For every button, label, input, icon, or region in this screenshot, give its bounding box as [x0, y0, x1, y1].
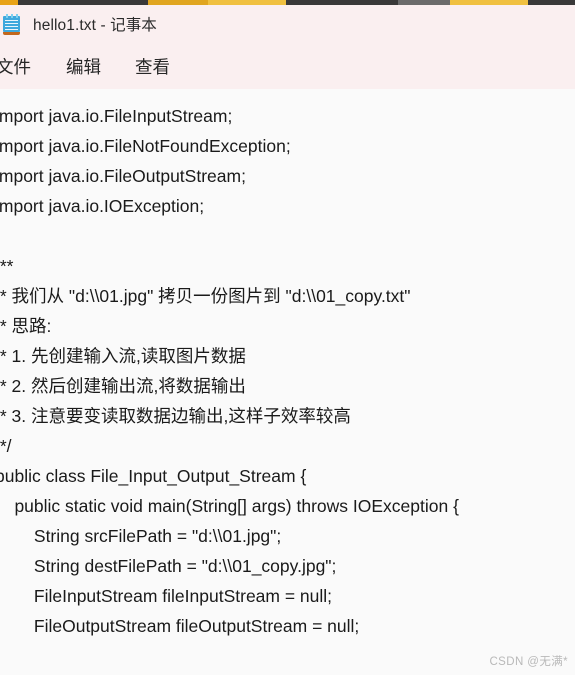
code-line: FileInputStream fileInputStream = null; [0, 586, 333, 606]
notepad-window: hello1.txt - 记事本 文件 编辑 查看 import java.io… [0, 0, 575, 675]
code-line: * 我们从 "d:\\01.jpg" 拷贝一份图片到 "d:\\01_copy.… [0, 286, 411, 306]
code-line: try { [0, 671, 575, 675]
code-line: FileOutputStream fileOutputStream = null… [0, 616, 360, 636]
code-line: import java.io.FileOutputStream; [0, 166, 246, 186]
csdn-watermark: CSDN @无满* [489, 656, 568, 668]
code-line: */ [0, 436, 12, 456]
notepad-icon [3, 13, 20, 35]
code-line: String srcFilePath = "d:\\01.jpg"; [0, 526, 282, 546]
code-line: import java.io.FileInputStream; [0, 106, 233, 126]
code-line: * 3. 注意要变读取数据边输出,这样子效率较高 [0, 406, 351, 426]
code-line: * 1. 先创建输入流,读取图片数据 [0, 346, 246, 366]
menu-bar: 文件 编辑 查看 [0, 43, 575, 89]
window-title: hello1.txt - 记事本 [33, 17, 157, 34]
code-line: /** [0, 256, 14, 276]
menu-item-view[interactable]: 查看 [135, 54, 170, 79]
code-line: public class File_Input_Output_Stream { [0, 466, 307, 486]
code-line: * 思路: [0, 316, 52, 336]
code-line: import java.io.IOException; [0, 196, 205, 216]
menu-item-file[interactable]: 文件 [0, 54, 31, 79]
code-line: public static void main(String[] args) t… [0, 496, 459, 516]
title-bar: hello1.txt - 记事本 [0, 5, 575, 43]
code-line: String destFilePath = "d:\\01_copy.jpg"; [0, 556, 337, 576]
code-line: import java.io.FileNotFoundException; [0, 136, 291, 156]
code-content[interactable]: import java.io.FileInputStream; import ja… [0, 101, 575, 675]
menu-item-edit[interactable]: 编辑 [66, 54, 101, 79]
text-editor-area[interactable]: import java.io.FileInputStream; import ja… [0, 89, 575, 675]
code-line: * 2. 然后创建输出流,将数据输出 [0, 376, 246, 396]
